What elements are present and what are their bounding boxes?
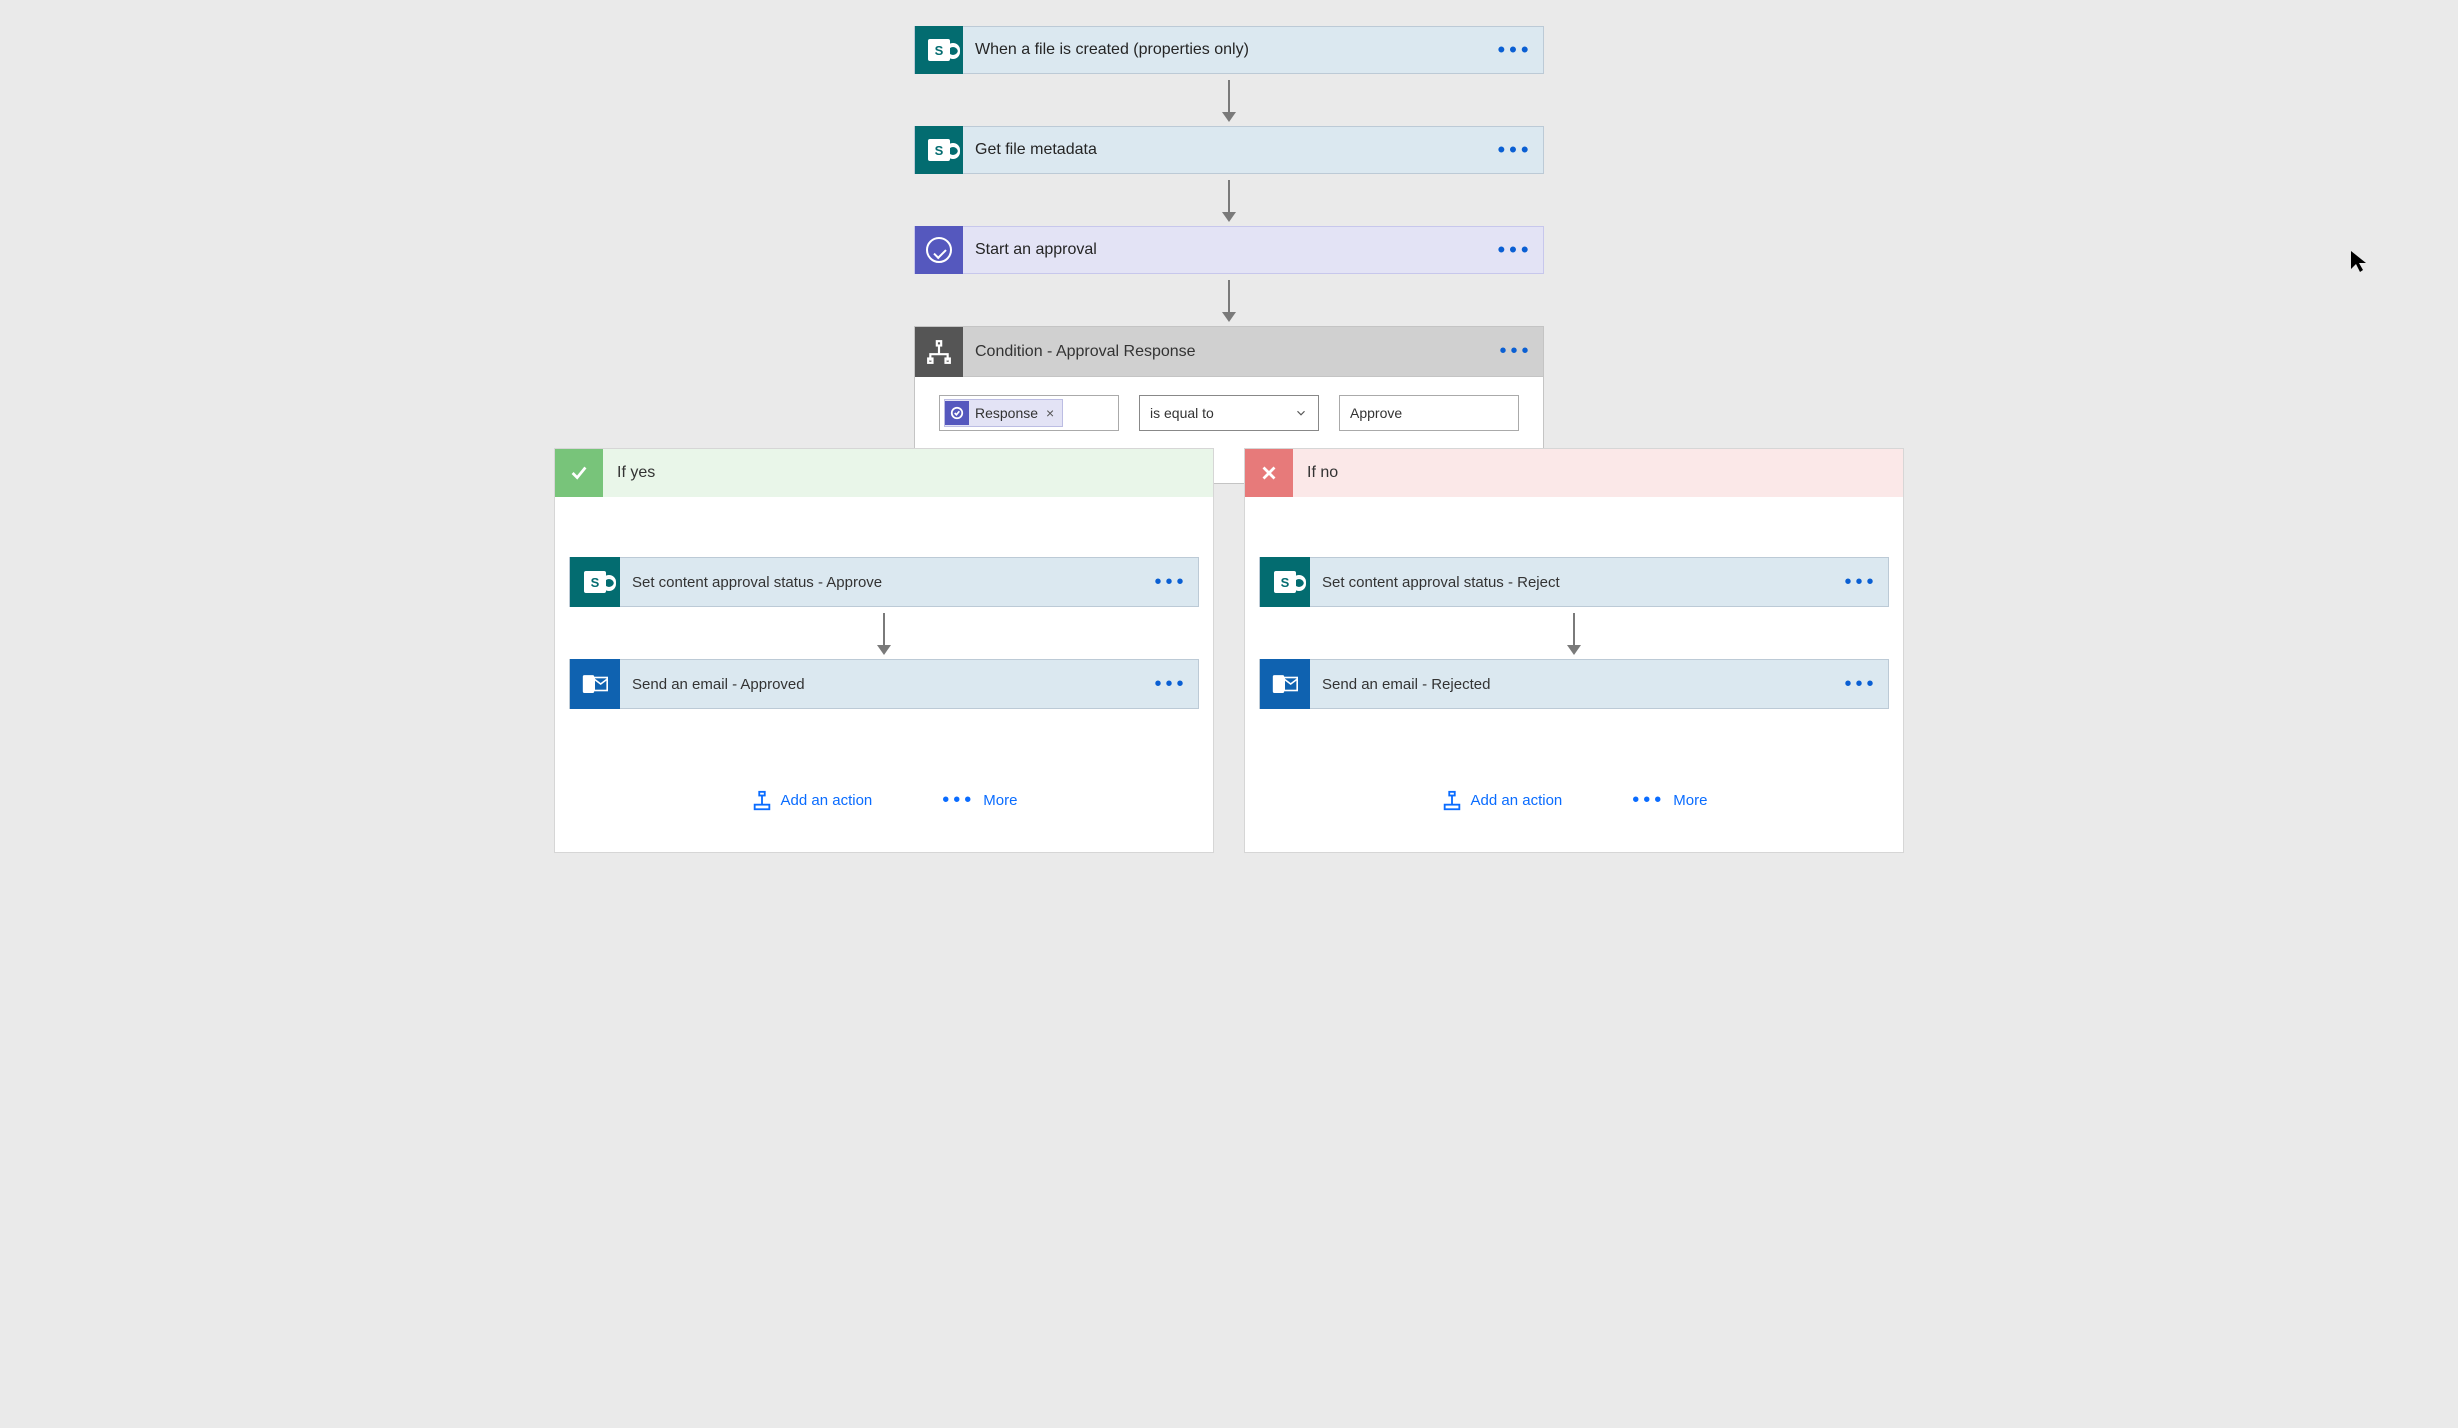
ellipsis-icon: [942, 789, 975, 812]
card-email-approved[interactable]: o Send an email - Approved: [569, 659, 1199, 709]
check-icon: [555, 449, 603, 497]
step-trigger-label: When a file is created (properties only): [963, 41, 1487, 59]
chevron-down-icon: [1294, 406, 1308, 420]
sharepoint-icon: S: [915, 126, 963, 174]
sharepoint-icon: S: [1260, 557, 1310, 607]
dynamic-content-token[interactable]: Response ×: [944, 399, 1063, 427]
condition-value-input[interactable]: Approve: [1339, 395, 1519, 431]
svg-text:o: o: [1275, 679, 1281, 691]
flow-center-column: S When a file is created (properties onl…: [914, 26, 1544, 484]
approval-icon: [945, 401, 969, 425]
add-step-icon: [1441, 790, 1463, 812]
condition-icon: [915, 327, 963, 377]
step-trigger[interactable]: S When a file is created (properties onl…: [914, 26, 1544, 74]
card-label: Set content approval status - Approve: [620, 574, 1144, 591]
ellipsis-icon[interactable]: [1487, 237, 1543, 263]
branch-no-title: If no: [1293, 464, 1338, 482]
ellipsis-icon: [1632, 789, 1665, 812]
outlook-icon: o: [1260, 659, 1310, 709]
arrow-down-icon: [1573, 613, 1575, 653]
condition-branches: If yes S Set content approval status - A…: [554, 448, 1904, 853]
branch-yes-title: If yes: [603, 464, 655, 482]
remove-token-icon[interactable]: ×: [1046, 405, 1054, 421]
ellipsis-icon[interactable]: [1487, 37, 1543, 63]
more-label: More: [983, 792, 1017, 809]
add-step-icon: [751, 790, 773, 812]
sharepoint-icon: S: [570, 557, 620, 607]
branch-no-header[interactable]: If no: [1245, 449, 1903, 497]
ellipsis-icon[interactable]: •••: [1489, 340, 1543, 363]
card-set-reject[interactable]: S Set content approval status - Reject: [1259, 557, 1889, 607]
arrow-down-icon: [1228, 180, 1230, 220]
ellipsis-icon[interactable]: [1834, 571, 1888, 594]
ellipsis-icon[interactable]: [1834, 673, 1888, 696]
card-email-rejected[interactable]: o Send an email - Rejected: [1259, 659, 1889, 709]
add-action-button[interactable]: Add an action: [1441, 790, 1563, 812]
arrow-down-icon: [1228, 80, 1230, 120]
operator-label: is equal to: [1150, 405, 1214, 421]
more-button[interactable]: More: [942, 789, 1017, 812]
branch-if-yes: If yes S Set content approval status - A…: [554, 448, 1214, 853]
condition-value-label: Approve: [1350, 405, 1402, 421]
approval-icon: [915, 226, 963, 274]
step-start-approval[interactable]: Start an approval: [914, 226, 1544, 274]
step-get-metadata[interactable]: S Get file metadata: [914, 126, 1544, 174]
ellipsis-icon[interactable]: [1144, 571, 1198, 594]
condition-left-operand[interactable]: Response ×: [939, 395, 1119, 431]
card-label: Set content approval status - Reject: [1310, 574, 1834, 591]
mouse-cursor-icon: [2350, 250, 2368, 280]
card-label: Send an email - Approved: [620, 676, 1144, 693]
ellipsis-icon[interactable]: [1487, 137, 1543, 163]
close-icon: [1245, 449, 1293, 497]
svg-text:o: o: [585, 679, 591, 691]
step-metadata-label: Get file metadata: [963, 141, 1487, 159]
add-action-label: Add an action: [1471, 792, 1563, 809]
add-action-label: Add an action: [781, 792, 873, 809]
more-button[interactable]: More: [1632, 789, 1707, 812]
condition-body: Response × is equal to Approve: [915, 377, 1543, 453]
card-set-approve[interactable]: S Set content approval status - Approve: [569, 557, 1199, 607]
more-label: More: [1673, 792, 1707, 809]
sharepoint-icon: S: [915, 26, 963, 74]
card-label: Send an email - Rejected: [1310, 676, 1834, 693]
outlook-icon: o: [570, 659, 620, 709]
condition-operator-select[interactable]: is equal to: [1139, 395, 1319, 431]
add-action-button[interactable]: Add an action: [751, 790, 873, 812]
branch-yes-header[interactable]: If yes: [555, 449, 1213, 497]
token-label: Response: [975, 405, 1038, 421]
condition-title: Condition - Approval Response: [963, 343, 1489, 361]
branch-if-no: If no S Set content approval status - Re…: [1244, 448, 1904, 853]
arrow-down-icon: [1228, 280, 1230, 320]
step-approval-label: Start an approval: [963, 241, 1487, 259]
arrow-down-icon: [883, 613, 885, 653]
condition-header[interactable]: Condition - Approval Response •••: [915, 327, 1543, 377]
ellipsis-icon[interactable]: [1144, 673, 1198, 696]
